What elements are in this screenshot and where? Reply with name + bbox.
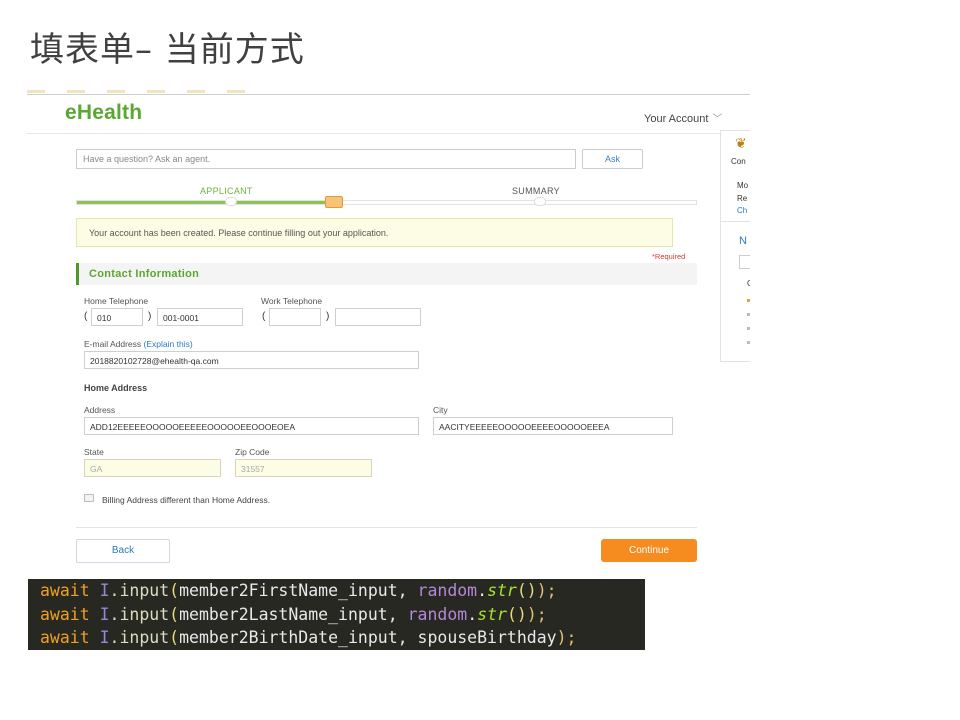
- footer-divider: [76, 527, 697, 528]
- ehealth-logo[interactable]: eHealth: [65, 101, 142, 125]
- email-label-text: E-mail Address: [84, 339, 142, 349]
- side-panel-divider: [721, 221, 750, 222]
- paren-close: ): [326, 311, 330, 322]
- state-input[interactable]: GA: [84, 459, 221, 477]
- progress-track: [76, 200, 697, 205]
- bullet-icon: [747, 327, 750, 330]
- slide-title: 填表单– 当前方式: [30, 30, 305, 70]
- step-applicant: APPLICANT: [200, 186, 253, 196]
- progress-step-marker: [225, 197, 237, 206]
- your-account-label: Your Account: [644, 113, 709, 125]
- billing-address-checkbox[interactable]: [84, 494, 94, 502]
- side-panel: ❦ Con Mo Re Ch N C: [720, 130, 750, 362]
- side-panel-heading: N: [739, 235, 747, 247]
- address-label: Address: [84, 405, 116, 415]
- bullet-icon: [747, 313, 750, 316]
- work-telephone-label: Work Telephone: [261, 296, 323, 306]
- browser-top-strip: [27, 90, 750, 95]
- code-line: await I.input(member2FirstName_input, ra…: [40, 581, 557, 600]
- required-note: *Required: [652, 252, 686, 261]
- side-panel-text: Re: [737, 194, 748, 203]
- browser-screenshot: eHealth Your Account﹀ ❦ Con Mo Re Ch N C…: [27, 90, 750, 580]
- side-panel-text: C: [747, 279, 750, 288]
- zip-code-label: Zip Code: [235, 447, 270, 457]
- code-line: await I.input(member2LastName_input, ran…: [40, 604, 547, 624]
- side-panel-link[interactable]: Ch: [737, 206, 747, 215]
- site-header: eHealth Your Account ﹀: [27, 96, 750, 134]
- contact-information-heading: Contact Information: [76, 263, 697, 285]
- code-snippet: await I.input(member2FirstName_input, ra…: [28, 579, 645, 650]
- side-panel-input[interactable]: [739, 255, 750, 269]
- code-line: await I.input(member2BirthDate_input, sp…: [40, 628, 577, 647]
- billing-address-label: Billing Address different than Home Addr…: [102, 495, 271, 505]
- address-input[interactable]: ADD12EEEEEOOOOOEEEEEOOOOOEEOOOEOEA: [84, 417, 419, 435]
- home-phone-area-input[interactable]: 010: [91, 308, 143, 326]
- work-phone-number-input[interactable]: [335, 308, 421, 326]
- home-phone-number-input[interactable]: 001-0001: [157, 308, 243, 326]
- explain-this-link[interactable]: (Explain this): [144, 339, 193, 349]
- work-phone-area-input[interactable]: [269, 308, 321, 326]
- bullet-icon: [747, 341, 750, 344]
- leaf-logo-icon: ❦: [735, 135, 747, 151]
- progress-current-marker: [325, 196, 343, 208]
- email-input[interactable]: 2018820102728@ehealth-qa.com: [84, 351, 419, 369]
- state-label: State: [84, 447, 104, 457]
- zip-code-input[interactable]: 31557: [235, 459, 372, 477]
- home-address-heading: Home Address: [84, 383, 148, 393]
- your-account-menu[interactable]: Your Account ﹀: [644, 110, 722, 125]
- side-panel-text: Mo: [737, 181, 749, 190]
- step-summary: SUMMARY: [512, 186, 560, 196]
- progress-step-marker: [534, 197, 546, 206]
- continue-button[interactable]: Continue: [601, 539, 697, 562]
- back-button[interactable]: Back: [76, 539, 170, 563]
- paren-open: (: [84, 311, 88, 322]
- progress-fill: [77, 201, 331, 204]
- home-telephone-label: Home Telephone: [84, 296, 149, 306]
- city-input[interactable]: AACITYEEEEEOOOOOEEEEOOOOOEEEA: [433, 417, 673, 435]
- side-panel-text: Con: [731, 157, 746, 166]
- ask-button[interactable]: Ask: [582, 149, 643, 169]
- bullet-icon: [747, 299, 750, 302]
- ask-agent-input[interactable]: Have a question? Ask an agent.: [76, 149, 576, 169]
- paren-close: ): [148, 311, 152, 322]
- account-created-notice: Your account has been created. Please co…: [76, 218, 673, 247]
- email-label: E-mail Address (Explain this): [84, 339, 193, 349]
- city-label: City: [433, 405, 448, 415]
- paren-open: (: [262, 311, 266, 322]
- chevron-down-icon: ﹀: [712, 114, 723, 125]
